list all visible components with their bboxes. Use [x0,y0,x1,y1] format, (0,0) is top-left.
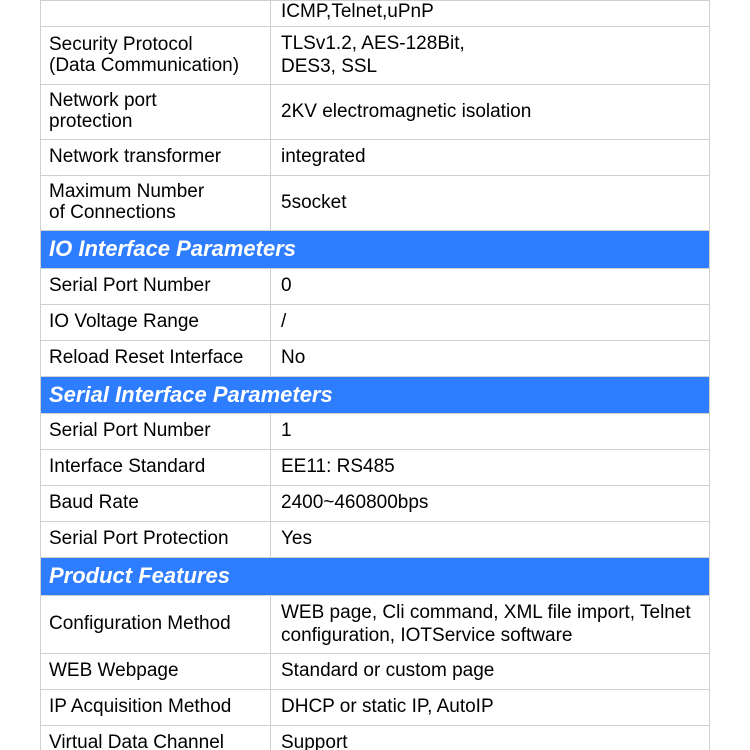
spec-label: Serial Port Protection [41,522,271,557]
spec-value: / [271,305,709,340]
spec-label: Reload Reset Interface [41,341,271,376]
spec-label: Configuration Method [41,596,271,654]
spec-label: Virtual Data Channel [41,726,271,750]
table-row: Baud Rate 2400~460800bps [41,485,709,521]
spec-value: DHCP or static IP, AutoIP [271,690,709,725]
spec-value: Yes [271,522,709,557]
spec-label [41,1,271,26]
spec-value: integrated [271,140,709,175]
table-row: Maximum Number of Connections 5socket [41,175,709,230]
spec-value: 2KV electromagnetic isolation [271,85,709,139]
spec-value: 2400~460800bps [271,486,709,521]
spec-value: EE11: RS485 [271,450,709,485]
spec-value: Support [271,726,709,750]
spec-value: WEB page, Cli command, XML file import, … [271,596,709,654]
table-row: Serial Port Number 1 [41,413,709,449]
spec-label: Serial Port Number [41,269,271,304]
spec-value: TLSv1.2, AES-128Bit, DES3, SSL [271,27,709,85]
table-row: IP Acquisition Method DHCP or static IP,… [41,689,709,725]
spec-value: No [271,341,709,376]
table-row: IO Voltage Range / [41,304,709,340]
spec-label: Network port protection [41,85,271,139]
section-header-serial: Serial Interface Parameters [41,376,709,414]
table-row: Virtual Data Channel Support [41,725,709,750]
table-row: ICMP,Telnet,uPnP [41,1,709,26]
table-row: Serial Port Number 0 [41,268,709,304]
spec-value: Standard or custom page [271,654,709,689]
spec-label: Interface Standard [41,450,271,485]
spec-value: ICMP,Telnet,uPnP [271,1,709,26]
section-header-io: IO Interface Parameters [41,230,709,268]
spec-label: Maximum Number of Connections [41,176,271,230]
table-row: Configuration Method WEB page, Cli comma… [41,595,709,654]
section-header-features: Product Features [41,557,709,595]
table-row: Reload Reset Interface No [41,340,709,376]
table-row: WEB Webpage Standard or custom page [41,653,709,689]
table-row: Serial Port Protection Yes [41,521,709,557]
spec-table: ICMP,Telnet,uPnP Security Protocol (Data… [40,0,710,750]
table-row: Network transformer integrated [41,139,709,175]
spec-label: Security Protocol (Data Communication) [41,27,271,85]
spec-label: IO Voltage Range [41,305,271,340]
table-row: Interface Standard EE11: RS485 [41,449,709,485]
spec-value: 1 [271,414,709,449]
spec-label: WEB Webpage [41,654,271,689]
spec-label: Baud Rate [41,486,271,521]
table-row: Security Protocol (Data Communication) T… [41,26,709,85]
spec-label: Network transformer [41,140,271,175]
table-row: Network port protection 2KV electromagne… [41,84,709,139]
spec-value: 5socket [271,176,709,230]
spec-value: 0 [271,269,709,304]
spec-label: Serial Port Number [41,414,271,449]
spec-label: IP Acquisition Method [41,690,271,725]
